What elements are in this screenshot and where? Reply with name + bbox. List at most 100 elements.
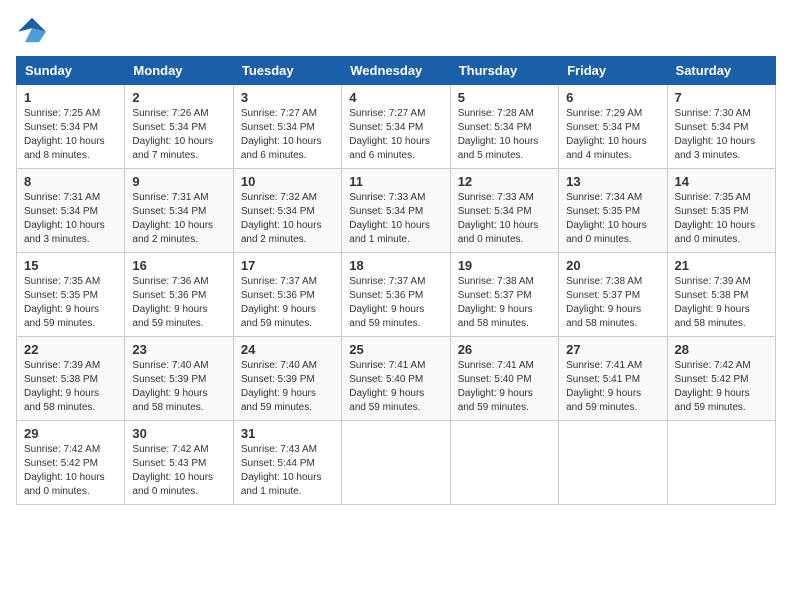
day-info: Sunrise: 7:38 AM Sunset: 5:37 PM Dayligh… — [566, 275, 659, 331]
day-info: Sunrise: 7:27 AM Sunset: 5:34 PM Dayligh… — [241, 107, 334, 163]
weekday-header-thursday: Thursday — [450, 57, 558, 85]
day-info: Sunrise: 7:41 AM Sunset: 5:41 PM Dayligh… — [566, 359, 659, 415]
weekday-header-wednesday: Wednesday — [342, 57, 450, 85]
day-number: 30 — [132, 426, 225, 441]
day-info: Sunrise: 7:36 AM Sunset: 5:36 PM Dayligh… — [132, 275, 225, 331]
day-number: 31 — [241, 426, 334, 441]
day-info: Sunrise: 7:26 AM Sunset: 5:34 PM Dayligh… — [132, 107, 225, 163]
weekday-header-monday: Monday — [125, 57, 233, 85]
day-number: 16 — [132, 258, 225, 273]
calendar-cell: 10 Sunrise: 7:32 AM Sunset: 5:34 PM Dayli… — [233, 169, 341, 253]
day-number: 24 — [241, 342, 334, 357]
day-number: 6 — [566, 90, 659, 105]
day-number: 25 — [349, 342, 442, 357]
day-info: Sunrise: 7:41 AM Sunset: 5:40 PM Dayligh… — [458, 359, 551, 415]
day-info: Sunrise: 7:32 AM Sunset: 5:34 PM Dayligh… — [241, 191, 334, 247]
calendar-cell: 1 Sunrise: 7:25 AM Sunset: 5:34 PM Daylig… — [17, 85, 125, 169]
day-info: Sunrise: 7:38 AM Sunset: 5:37 PM Dayligh… — [458, 275, 551, 331]
calendar-cell: 22 Sunrise: 7:39 AM Sunset: 5:38 PM Dayli… — [17, 337, 125, 421]
calendar-cell — [559, 421, 667, 505]
day-number: 9 — [132, 174, 225, 189]
day-number: 27 — [566, 342, 659, 357]
day-info: Sunrise: 7:42 AM Sunset: 5:42 PM Dayligh… — [675, 359, 768, 415]
day-number: 13 — [566, 174, 659, 189]
day-info: Sunrise: 7:34 AM Sunset: 5:35 PM Dayligh… — [566, 191, 659, 247]
calendar-cell — [450, 421, 558, 505]
calendar-cell: 13 Sunrise: 7:34 AM Sunset: 5:35 PM Dayli… — [559, 169, 667, 253]
calendar-week-row: 8 Sunrise: 7:31 AM Sunset: 5:34 PM Daylig… — [17, 169, 776, 253]
calendar-cell: 31Sunrise: 7:43 AM Sunset: 5:44 PM Dayli… — [233, 421, 341, 505]
day-info: Sunrise: 7:39 AM Sunset: 5:38 PM Dayligh… — [675, 275, 768, 331]
calendar-cell: 6Sunrise: 7:29 AM Sunset: 5:34 PM Daylig… — [559, 85, 667, 169]
calendar-cell: 29 Sunrise: 7:42 AM Sunset: 5:42 PM Dayli… — [17, 421, 125, 505]
day-number: 15 — [24, 258, 117, 273]
day-number: 8 — [24, 174, 117, 189]
calendar-cell: 14Sunrise: 7:35 AM Sunset: 5:35 PM Dayli… — [667, 169, 775, 253]
day-info: Sunrise: 7:31 AM Sunset: 5:34 PM Dayligh… — [132, 191, 225, 247]
calendar-cell: 9 Sunrise: 7:31 AM Sunset: 5:34 PM Daylig… — [125, 169, 233, 253]
day-info: Sunrise: 7:33 AM Sunset: 5:34 PM Dayligh… — [458, 191, 551, 247]
calendar-week-row: 15Sunrise: 7:35 AM Sunset: 5:35 PM Dayli… — [17, 253, 776, 337]
day-info: Sunrise: 7:35 AM Sunset: 5:35 PM Dayligh… — [675, 191, 768, 247]
calendar-cell: 2 Sunrise: 7:26 AM Sunset: 5:34 PM Daylig… — [125, 85, 233, 169]
calendar-body: 1 Sunrise: 7:25 AM Sunset: 5:34 PM Daylig… — [17, 85, 776, 505]
day-info: Sunrise: 7:28 AM Sunset: 5:34 PM Dayligh… — [458, 107, 551, 163]
calendar-cell: 25 Sunrise: 7:41 AM Sunset: 5:40 PM Dayli… — [342, 337, 450, 421]
day-number: 28 — [675, 342, 768, 357]
calendar-cell: 11 Sunrise: 7:33 AM Sunset: 5:34 PM Dayli… — [342, 169, 450, 253]
weekday-header-friday: Friday — [559, 57, 667, 85]
day-number: 19 — [458, 258, 551, 273]
day-info: Sunrise: 7:37 AM Sunset: 5:36 PM Dayligh… — [241, 275, 334, 331]
calendar-cell: 7 Sunrise: 7:30 AM Sunset: 5:34 PM Daylig… — [667, 85, 775, 169]
day-number: 2 — [132, 90, 225, 105]
day-info: Sunrise: 7:42 AM Sunset: 5:42 PM Dayligh… — [24, 443, 117, 499]
day-info: Sunrise: 7:33 AM Sunset: 5:34 PM Dayligh… — [349, 191, 442, 247]
calendar-cell: 18Sunrise: 7:37 AM Sunset: 5:36 PM Dayli… — [342, 253, 450, 337]
calendar-week-row: 29 Sunrise: 7:42 AM Sunset: 5:42 PM Dayli… — [17, 421, 776, 505]
day-number: 21 — [675, 258, 768, 273]
calendar-cell: 26Sunrise: 7:41 AM Sunset: 5:40 PM Dayli… — [450, 337, 558, 421]
logo — [16, 16, 52, 44]
calendar-cell: 20 Sunrise: 7:38 AM Sunset: 5:37 PM Dayli… — [559, 253, 667, 337]
day-number: 7 — [675, 90, 768, 105]
day-info: Sunrise: 7:27 AM Sunset: 5:34 PM Dayligh… — [349, 107, 442, 163]
day-number: 5 — [458, 90, 551, 105]
calendar-cell: 4 Sunrise: 7:27 AM Sunset: 5:34 PM Daylig… — [342, 85, 450, 169]
calendar-cell: 15Sunrise: 7:35 AM Sunset: 5:35 PM Dayli… — [17, 253, 125, 337]
calendar-cell — [342, 421, 450, 505]
calendar-week-row: 1 Sunrise: 7:25 AM Sunset: 5:34 PM Daylig… — [17, 85, 776, 169]
day-info: Sunrise: 7:39 AM Sunset: 5:38 PM Dayligh… — [24, 359, 117, 415]
day-info: Sunrise: 7:42 AM Sunset: 5:43 PM Dayligh… — [132, 443, 225, 499]
calendar-cell: 16 Sunrise: 7:36 AM Sunset: 5:36 PM Dayli… — [125, 253, 233, 337]
day-number: 29 — [24, 426, 117, 441]
day-number: 23 — [132, 342, 225, 357]
day-info: Sunrise: 7:37 AM Sunset: 5:36 PM Dayligh… — [349, 275, 442, 331]
day-info: Sunrise: 7:40 AM Sunset: 5:39 PM Dayligh… — [132, 359, 225, 415]
calendar-cell: 12Sunrise: 7:33 AM Sunset: 5:34 PM Dayli… — [450, 169, 558, 253]
day-info: Sunrise: 7:30 AM Sunset: 5:34 PM Dayligh… — [675, 107, 768, 163]
day-number: 11 — [349, 174, 442, 189]
calendar-cell: 17 Sunrise: 7:37 AM Sunset: 5:36 PM Dayli… — [233, 253, 341, 337]
day-number: 4 — [349, 90, 442, 105]
day-number: 3 — [241, 90, 334, 105]
calendar-table: SundayMondayTuesdayWednesdayThursdayFrid… — [16, 56, 776, 505]
weekday-header-saturday: Saturday — [667, 57, 775, 85]
day-number: 1 — [24, 90, 117, 105]
day-info: Sunrise: 7:25 AM Sunset: 5:34 PM Dayligh… — [24, 107, 117, 163]
day-info: Sunrise: 7:41 AM Sunset: 5:40 PM Dayligh… — [349, 359, 442, 415]
calendar-cell: 24 Sunrise: 7:40 AM Sunset: 5:39 PM Dayli… — [233, 337, 341, 421]
weekday-header-sunday: Sunday — [17, 57, 125, 85]
calendar-cell: 23 Sunrise: 7:40 AM Sunset: 5:39 PM Dayli… — [125, 337, 233, 421]
day-number: 22 — [24, 342, 117, 357]
logo-icon — [16, 16, 48, 44]
calendar-cell: 30 Sunrise: 7:42 AM Sunset: 5:43 PM Dayli… — [125, 421, 233, 505]
day-number: 20 — [566, 258, 659, 273]
calendar-cell: 27 Sunrise: 7:41 AM Sunset: 5:41 PM Dayli… — [559, 337, 667, 421]
calendar-week-row: 22 Sunrise: 7:39 AM Sunset: 5:38 PM Dayli… — [17, 337, 776, 421]
day-number: 17 — [241, 258, 334, 273]
day-info: Sunrise: 7:40 AM Sunset: 5:39 PM Dayligh… — [241, 359, 334, 415]
calendar-cell: 3 Sunrise: 7:27 AM Sunset: 5:34 PM Daylig… — [233, 85, 341, 169]
day-info: Sunrise: 7:31 AM Sunset: 5:34 PM Dayligh… — [24, 191, 117, 247]
calendar-cell — [667, 421, 775, 505]
day-number: 10 — [241, 174, 334, 189]
